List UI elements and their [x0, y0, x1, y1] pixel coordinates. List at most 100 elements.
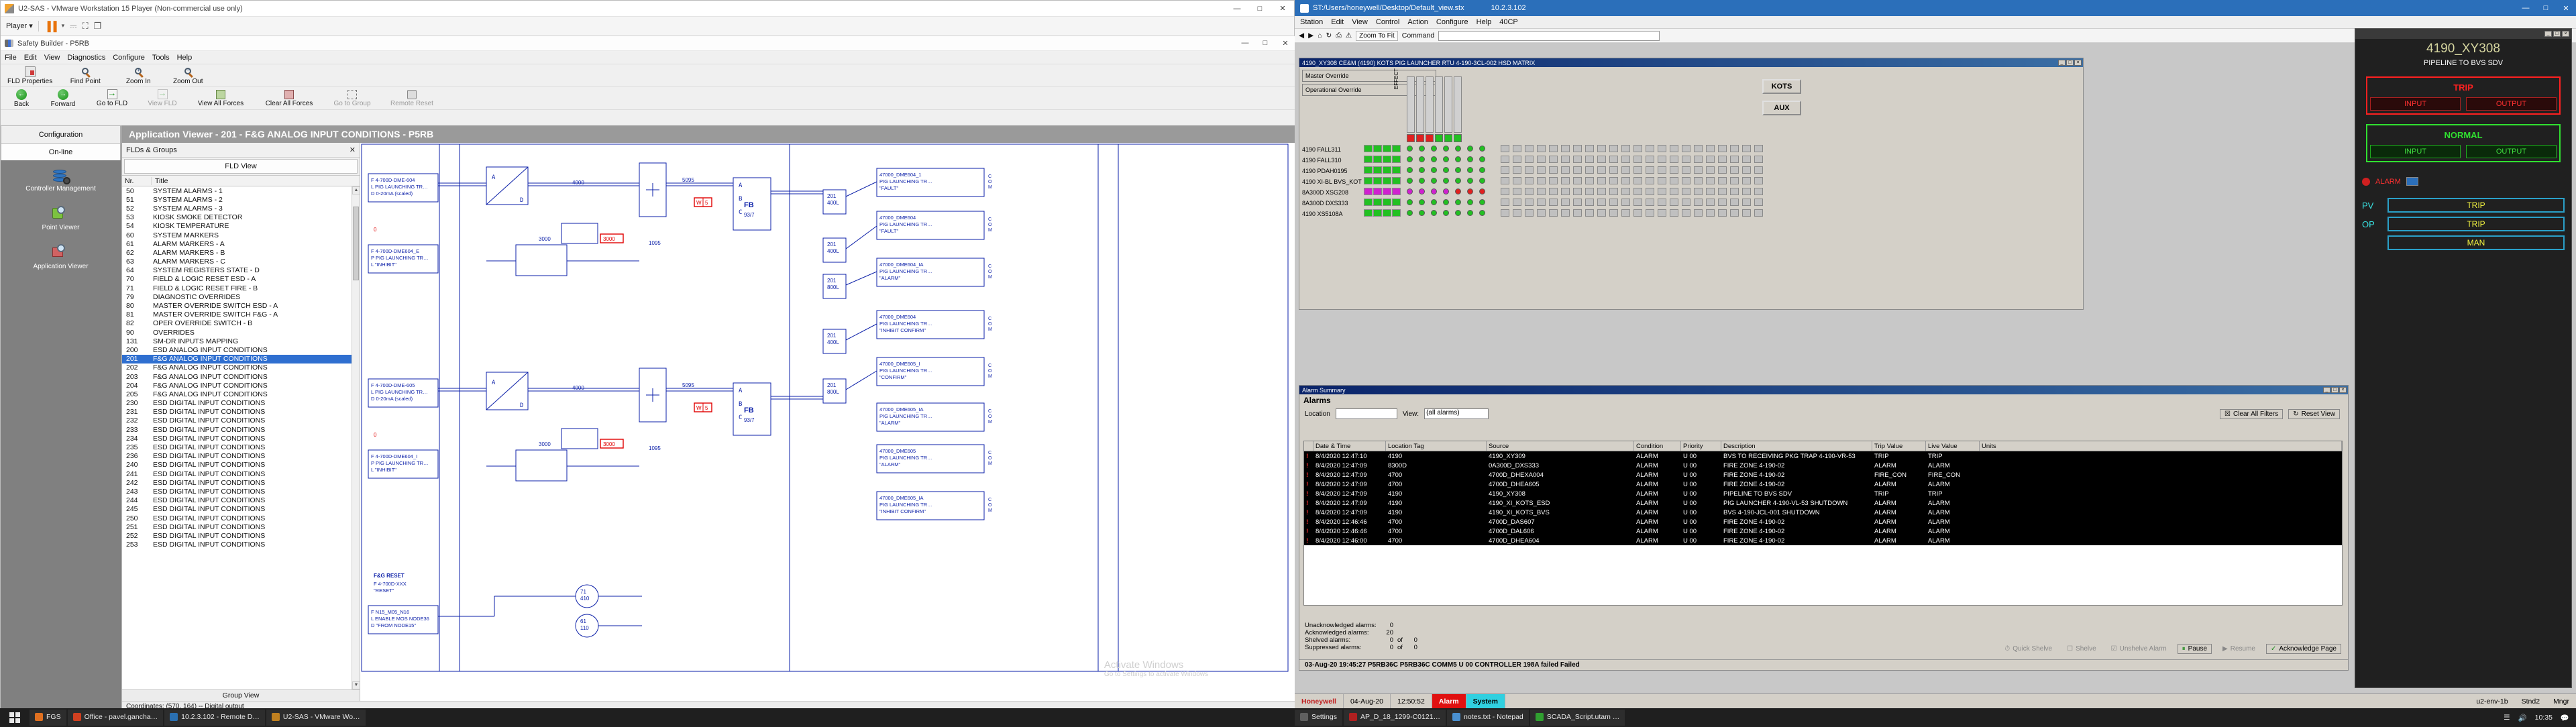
fld-list-item[interactable]: 82OPER OVERRIDE SWITCH - B: [122, 319, 360, 328]
taskbar-item[interactable]: AP_D_18_1299-C0121…: [1344, 710, 1446, 726]
matrix-status-cell[interactable]: [1373, 188, 1382, 195]
matrix-cell[interactable]: [1658, 188, 1666, 195]
matrix-cell[interactable]: [1670, 156, 1678, 163]
fld-list-item[interactable]: 70FIELD & LOGIC RESET ESD - A: [122, 275, 360, 284]
matrix-cell[interactable]: [1585, 177, 1594, 184]
matrix-cell[interactable]: [1549, 166, 1558, 174]
matrix-status-cell[interactable]: [1383, 156, 1391, 163]
mode-value[interactable]: MAN: [2387, 235, 2565, 250]
fld-list-item[interactable]: 62ALARM MARKERS - B: [122, 248, 360, 257]
matrix-cell[interactable]: [1682, 145, 1690, 152]
vmware-maximize-button[interactable]: □: [1248, 1, 1271, 17]
matrix-cell[interactable]: [1573, 156, 1582, 163]
matrix-indicator-circle[interactable]: [1467, 178, 1473, 184]
matrix-status-cell[interactable]: [1373, 199, 1382, 206]
matrix-indicator-circle[interactable]: [1419, 210, 1425, 216]
close-icon[interactable]: ✕: [350, 146, 356, 154]
matrix-indicator-circle[interactable]: [1467, 188, 1473, 194]
matrix-cell[interactable]: [1730, 199, 1739, 206]
fld-list-item[interactable]: 79DIAGNOSTIC OVERRIDES: [122, 292, 360, 301]
matrix-cell[interactable]: [1706, 209, 1715, 217]
matrix-cell[interactable]: [1730, 188, 1739, 195]
menu-configure[interactable]: Configure: [113, 54, 145, 62]
matrix-cell[interactable]: [1537, 145, 1546, 152]
matrix-cell[interactable]: [1621, 156, 1630, 163]
matrix-cell[interactable]: [1621, 188, 1630, 195]
matrix-cell[interactable]: [1501, 188, 1509, 195]
alarm-window-controls[interactable]: _□×: [2323, 387, 2348, 393]
matrix-indicator-circle[interactable]: [1419, 156, 1425, 162]
matrix-indicator-circle[interactable]: [1467, 156, 1473, 162]
matrix-status-cell[interactable]: [1383, 177, 1391, 184]
matrix-cell[interactable]: [1561, 177, 1570, 184]
matrix-indicator-circle[interactable]: [1407, 167, 1413, 173]
matrix-indicator-circle[interactable]: [1455, 188, 1461, 194]
matrix-indicator-circle[interactable]: [1455, 210, 1461, 216]
fld-list-item[interactable]: 53KIOSK SMOKE DETECTOR: [122, 213, 360, 222]
matrix-cell[interactable]: [1730, 166, 1739, 174]
matrix-indicator-circle[interactable]: [1479, 146, 1485, 152]
matrix-cell[interactable]: [1694, 156, 1703, 163]
matrix-cell[interactable]: [1646, 166, 1654, 174]
matrix-cell[interactable]: [1621, 145, 1630, 152]
scada-menu-configure[interactable]: Configure: [1436, 18, 1468, 26]
fld-list-item[interactable]: 232ESD DIGITAL INPUT CONDITIONS: [122, 416, 360, 425]
matrix-cell[interactable]: [1742, 145, 1751, 152]
matrix-cell[interactable]: [1621, 166, 1630, 174]
matrix-cell[interactable]: [1718, 156, 1727, 163]
forward-icon[interactable]: ▶: [1308, 32, 1313, 40]
matrix-indicator-circle[interactable]: [1455, 167, 1461, 173]
menu-tools[interactable]: Tools: [152, 54, 170, 62]
fld-list-item[interactable]: 235ESD DIGITAL INPUT CONDITIONS: [122, 443, 360, 451]
rail-item-point-viewer[interactable]: Point Viewer: [1, 206, 121, 231]
zoom-in-button[interactable]: + Zoom In: [114, 64, 162, 87]
matrix-indicator-circle[interactable]: [1479, 156, 1485, 162]
fld-list-item[interactable]: 236ESD DIGITAL INPUT CONDITIONS: [122, 452, 360, 461]
aux-button[interactable]: AUX: [1762, 101, 1801, 115]
matrix-indicator-circle[interactable]: [1479, 210, 1485, 216]
alarm-table[interactable]: Date & Time Location Tag Source Conditio…: [1303, 441, 2343, 606]
matrix-cell[interactable]: [1561, 209, 1570, 217]
matrix-column-status[interactable]: [1435, 134, 1443, 142]
fld-list-item[interactable]: 240ESD DIGITAL INPUT CONDITIONS: [122, 461, 360, 469]
clear-all-filters-button[interactable]: ☒ Clear All Filters: [2220, 409, 2283, 419]
matrix-cell[interactable]: [1670, 166, 1678, 174]
matrix-status-cell[interactable]: [1392, 166, 1401, 174]
normal-output-button[interactable]: OUTPUT: [2466, 145, 2557, 158]
fld-list-item[interactable]: 244ESD DIGITAL INPUT CONDITIONS: [122, 496, 360, 505]
fld-list-item[interactable]: 252ESD DIGITAL INPUT CONDITIONS: [122, 531, 360, 540]
matrix-cell[interactable]: [1670, 177, 1678, 184]
matrix-indicator-circle[interactable]: [1467, 199, 1473, 205]
matrix-cell[interactable]: [1537, 209, 1546, 217]
menu-view[interactable]: View: [44, 54, 60, 62]
col-description[interactable]: Description: [1721, 441, 1872, 451]
matrix-cell[interactable]: [1597, 156, 1606, 163]
matrix-cell[interactable]: [1754, 209, 1763, 217]
matrix-cell[interactable]: [1573, 177, 1582, 184]
matrix-cell[interactable]: [1706, 199, 1715, 206]
matrix-status-cell[interactable]: [1383, 145, 1391, 152]
matrix-cell[interactable]: [1585, 156, 1594, 163]
fld-list-item[interactable]: 200ESD ANALOG INPUT CONDITIONS: [122, 345, 360, 354]
matrix-cell[interactable]: [1694, 188, 1703, 195]
matrix-cell[interactable]: [1658, 177, 1666, 184]
point-detail-titlebar[interactable]: _□×: [2355, 29, 2571, 39]
matrix-column-status[interactable]: [1444, 134, 1452, 142]
matrix-status-cell[interactable]: [1364, 177, 1373, 184]
matrix-indicator-circle[interactable]: [1407, 199, 1413, 205]
matrix-cell[interactable]: [1754, 145, 1763, 152]
matrix-cell[interactable]: [1549, 177, 1558, 184]
matrix-status-cell[interactable]: [1364, 156, 1373, 163]
matrix-cell[interactable]: [1694, 166, 1703, 174]
matrix-cell[interactable]: [1706, 177, 1715, 184]
matrix-indicator-circle[interactable]: [1419, 178, 1425, 184]
fld-list-item[interactable]: 233ESD DIGITAL INPUT CONDITIONS: [122, 425, 360, 434]
matrix-cell[interactable]: [1670, 199, 1678, 206]
fld-list-item[interactable]: 231ESD DIGITAL INPUT CONDITIONS: [122, 408, 360, 416]
matrix-indicator-circle[interactable]: [1443, 167, 1449, 173]
player-menu-button[interactable]: Player ▾: [6, 21, 33, 30]
fld-list-item[interactable]: 52SYSTEM ALARMS - 3: [122, 204, 360, 213]
scada-menu-action[interactable]: Action: [1407, 18, 1428, 26]
taskbar-item[interactable]: SCADA_Script.utam …: [1530, 710, 1625, 726]
matrix-cell[interactable]: [1525, 156, 1534, 163]
